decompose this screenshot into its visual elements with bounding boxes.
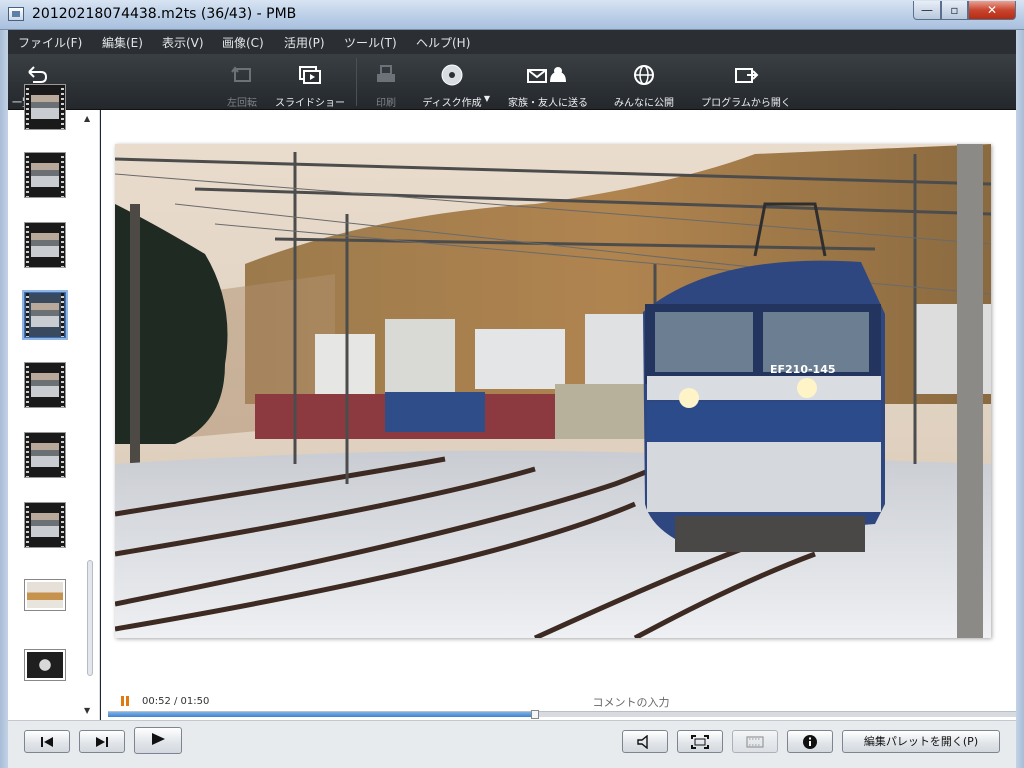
rotate-left-icon [231,66,251,82]
mail-share-icon [527,67,566,83]
next-button[interactable] [79,730,125,753]
disc-create-button[interactable]: ディスク作成 ▼ [412,54,492,110]
thumbnail-video[interactable] [24,222,66,268]
skip-next-icon [96,737,108,747]
publish-label: みんなに公開 [614,98,674,109]
thumbnail-photo[interactable] [25,580,65,610]
previous-button[interactable] [24,730,70,753]
window-frame-left [0,30,8,768]
print-button[interactable]: 印刷 [368,54,404,110]
thumbnail-video-selected[interactable] [24,292,66,338]
scroll-down-icon[interactable]: ▼ [84,706,90,715]
filmstrip-icon [746,736,764,748]
volume-button[interactable] [622,730,668,753]
rotate-left-button[interactable]: 左回転 [220,54,264,110]
slideshow-button[interactable]: スライドショー [270,54,350,110]
close-button[interactable]: ✕ [968,1,1016,20]
play-button[interactable] [134,727,182,754]
menu-help[interactable]: ヘルプ(H) [416,34,470,51]
toolbar: 一覧に戻る 左回転 スライドショー 印刷 ディスク作成 ▼ 家族・友人に送る み… [8,54,1016,110]
speaker-icon [637,734,648,750]
maximize-button[interactable]: ▫ [941,1,968,20]
app-icon [8,7,24,21]
scroll-up-icon[interactable]: ▲ [84,114,90,123]
playback-time: 00:52 / 01:50 [142,696,210,707]
window-title: 20120218074438.m2ts (36/43) - PMB [32,6,297,22]
thumbnail-sidebar[interactable]: ▲ ▼ [8,84,100,720]
toolbar-separator [356,58,357,106]
sidebar-scrollbar[interactable] [87,560,93,676]
edit-palette-button[interactable]: 編集パレットを開く(P) [842,730,1000,753]
window-frame-right [1016,30,1024,768]
publish-button[interactable]: みんなに公開 [606,54,682,110]
fullscreen-button[interactable] [677,730,723,753]
menu-edit[interactable]: 編集(E) [102,34,143,51]
menu-use[interactable]: 活用(P) [284,34,325,51]
minimize-button[interactable]: — [913,1,941,20]
info-icon [803,735,817,749]
thumbnail-video[interactable] [24,362,66,408]
send-family-button[interactable]: 家族・友人に送る [502,54,594,110]
video-frame[interactable]: EF210-145 [115,144,991,638]
info-button[interactable] [787,730,833,753]
bottom-toolbar: 編集パレットを開く(P) [8,720,1016,768]
disc-icon [441,64,463,86]
thumbnail-video[interactable] [24,152,66,198]
seek-bar-knob[interactable] [530,710,539,719]
rotate-left-label: 左回転 [227,98,257,109]
locomotive-number: EF210-145 [770,363,836,376]
fullscreen-icon [691,735,709,749]
menu-file[interactable]: ファイル(F) [18,34,82,51]
send-family-label: 家族・友人に送る [508,98,588,109]
print-label: 印刷 [376,98,396,109]
disc-dropdown-icon: ▼ [483,94,490,103]
menu-image[interactable]: 画像(C) [222,34,264,51]
frame-capture-button[interactable] [732,730,778,753]
menu-view[interactable]: 表示(V) [162,34,204,51]
thumbnail-video[interactable] [24,432,66,478]
skip-previous-icon [41,737,53,747]
pause-icon[interactable] [121,696,130,706]
open-with-program-label: プログラムから開く [701,98,791,109]
disc-create-label: ディスク作成 [422,98,482,109]
comment-input[interactable]: コメントの入力 [581,694,681,710]
menu-bar: ファイル(F) 編集(E) 表示(V) 画像(C) 活用(P) ツール(T) ヘ… [8,30,1016,54]
thumbnail-video[interactable] [24,502,66,548]
slideshow-label: スライドショー [275,98,345,109]
media-viewer: EF210-145 00:52 / 01:50 コメントの入力 [101,110,1016,720]
back-arrow-icon [28,66,48,83]
thumbnail-video[interactable] [24,84,66,130]
slideshow-icon [299,66,321,84]
menu-tools[interactable]: ツール(T) [344,34,397,51]
seek-bar[interactable] [108,710,1016,719]
open-with-program-button[interactable]: プログラムから開く [692,54,800,110]
video-still: EF210-145 [115,144,991,638]
thumbnail-photo[interactable] [25,650,65,680]
seek-bar-progress [108,712,535,717]
print-icon [377,65,395,82]
play-icon [152,733,165,745]
globe-icon [634,65,654,85]
open-program-icon [735,68,759,83]
title-bar[interactable]: 20120218074438.m2ts (36/43) - PMB — ▫ ✕ [0,0,1024,30]
